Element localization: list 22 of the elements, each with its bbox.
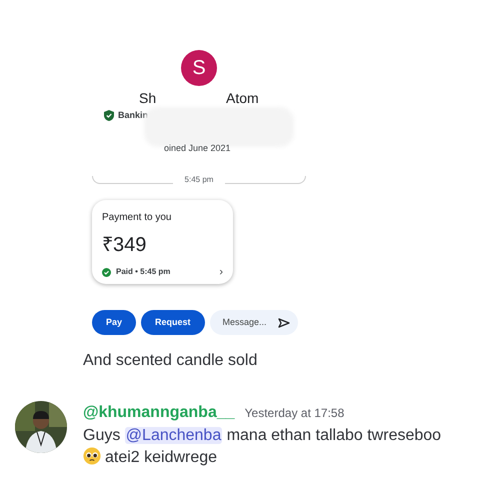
pleading-face-icon: [83, 447, 101, 465]
timestamp: Yesterday at 17:58: [244, 405, 344, 422]
action-button[interactable]: Request: [141, 310, 205, 335]
avatar: S: [181, 50, 217, 86]
amount: ₹349: [102, 233, 148, 258]
message-text: And scented candle sold: [83, 351, 258, 371]
action-button[interactable]: Pay: [92, 310, 136, 335]
payment-status: Paid • 5:45 pm: [116, 266, 170, 278]
divider-time: 5:45 pm: [184, 174, 214, 186]
message-input[interactable]: Message...: [222, 316, 275, 330]
shield-check-icon: [104, 110, 114, 121]
contact-name: Sh: [139, 90, 156, 106]
message-field[interactable]: Message...: [210, 310, 298, 335]
message-text: Guys @Lanchenba mana ethan tallabo twreseboo atei2 keidwrege: [83, 426, 442, 468]
send-icon[interactable]: [278, 318, 290, 328]
user-mention[interactable]: @Lanchenba: [124, 427, 222, 444]
contact-name: Atom: [226, 90, 259, 106]
chevron-icon[interactable]: ›: [219, 266, 223, 278]
card-title: Payment to you: [102, 211, 172, 225]
joined-date: oined June 2021: [164, 142, 231, 155]
payment-card[interactable]: Payment to you ₹349 Paid • 5:45 pm ›: [92, 200, 233, 284]
verified-label: Bankin: [118, 109, 148, 122]
